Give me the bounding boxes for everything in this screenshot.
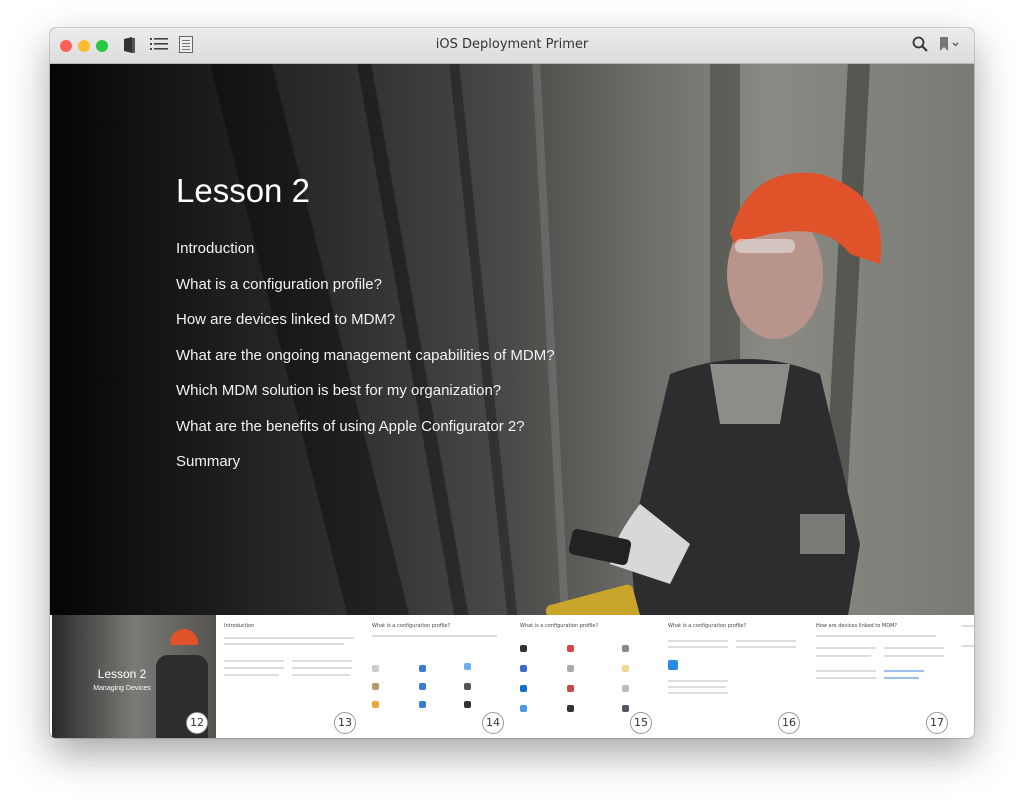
window-title: iOS Deployment Primer — [435, 37, 589, 52]
thumbnail-title: How are devices linked to MDM? — [816, 623, 898, 629]
title-bar: iOS Deployment Primer — [50, 28, 974, 64]
lesson-link-configuration-profile[interactable]: What is a configuration profile? — [176, 275, 555, 311]
lesson-link-devices-linked[interactable]: How are devices linked to MDM? — [176, 310, 555, 346]
book-window: iOS Deployment Primer Lesson 2 Introduct… — [50, 28, 974, 738]
worker-photo — [545, 172, 882, 664]
lesson-link-apple-configurator[interactable]: What are the benefits of using Apple Con… — [176, 417, 555, 453]
lesson-link-summary[interactable]: Summary — [176, 452, 555, 488]
thumbnail-subtitle: Managing Devices — [93, 685, 151, 692]
lesson-contents-list: Introduction What is a configuration pro… — [176, 239, 555, 488]
lesson-link-ongoing-management[interactable]: What are the ongoing management capabili… — [176, 346, 555, 382]
lesson-link-introduction[interactable]: Introduction — [176, 239, 555, 275]
thumbnail-page-14[interactable]: What is a configuration profile? 14 — [364, 615, 512, 738]
thumbnail-page-15[interactable]: What is a configuration profile? 15 — [512, 615, 660, 738]
page-number: 14 — [482, 712, 504, 734]
page-number: 16 — [778, 712, 800, 734]
page-number: 12 — [186, 712, 208, 734]
thumbnail-title: What is a configuration profile? — [520, 623, 599, 629]
thumbnail-title: Lesson 2 — [97, 667, 147, 681]
page-number: 13 — [334, 712, 356, 734]
page-thumbnail-strip[interactable]: Lesson 2 Managing Devices 12 Introductio… — [50, 615, 974, 738]
thumbnail-page-13[interactable]: Introduction 13 — [216, 615, 364, 738]
thumbnail-title: Introduction — [224, 623, 255, 629]
page-number: 15 — [630, 712, 652, 734]
lesson-link-mdm-solution[interactable]: Which MDM solution is best for my organi… — [176, 381, 555, 417]
thumbnail-page-12[interactable]: Lesson 2 Managing Devices 12 — [52, 615, 216, 738]
page-number: 17 — [926, 712, 948, 734]
lesson-title: Lesson 2 — [176, 172, 310, 209]
bookmark-icon[interactable] — [939, 36, 963, 57]
search-icon[interactable] — [912, 36, 928, 57]
thumbnail-page-next[interactable] — [956, 615, 974, 738]
thumbnail-title: What is a configuration profile? — [668, 623, 747, 629]
helmet-image — [170, 629, 198, 645]
thumbnail-page-16[interactable]: What is a configuration profile? 16 — [660, 615, 808, 738]
thumbnail-title: What is a configuration profile? — [372, 623, 451, 629]
thumbnail-page-17[interactable]: How are devices linked to MDM? 17 — [808, 615, 956, 738]
